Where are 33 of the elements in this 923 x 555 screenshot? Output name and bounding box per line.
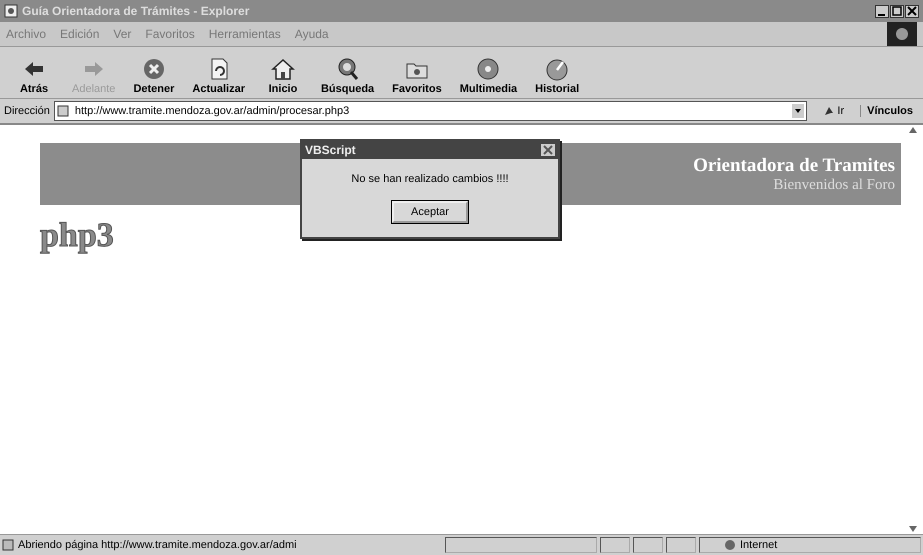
zone-label: Internet <box>740 539 778 551</box>
app-icon <box>4 4 18 18</box>
arrow-icon <box>823 105 836 117</box>
address-label: Dirección <box>4 105 50 117</box>
status-text: Abriendo página http://www.tramite.mendoza.gov.ar/admi <box>18 539 297 551</box>
toolbar-button[interactable]: Historial <box>529 57 586 95</box>
links-label[interactable]: Vínculos <box>860 105 919 117</box>
window-title: Guía Orientadora de Trámites - Explorer <box>22 4 250 18</box>
address-input[interactable]: http://www.tramite.mendoza.gov.ar/admin/procesar.php3 <box>72 104 788 118</box>
banner-title: Orientadora de Tramites <box>693 154 895 176</box>
page-icon <box>2 539 14 551</box>
page-icon <box>56 105 69 117</box>
status-panel <box>666 537 696 553</box>
toolbar-button[interactable]: Actualizar <box>186 57 251 95</box>
toolbar-button[interactable]: Atrás <box>8 57 60 95</box>
status-panel <box>633 537 663 553</box>
maximize-icon[interactable] <box>890 4 904 18</box>
minimize-icon[interactable] <box>875 4 889 18</box>
address-bar[interactable]: http://www.tramite.mendoza.gov.ar/admin/procesar.php3 <box>54 101 808 121</box>
toolbar-button[interactable]: Favoritos <box>386 57 448 95</box>
dialog-message: No se han realizado cambios !!!! <box>351 173 509 185</box>
banner-subtitle: Bienvenidos al Foro <box>773 176 895 194</box>
toolbar-button[interactable]: Multimedia <box>454 57 524 95</box>
toolbar-button[interactable]: Búsqueda <box>314 57 380 95</box>
home-icon <box>270 57 296 81</box>
close-icon[interactable] <box>905 4 919 18</box>
toolbar-button[interactable]: Inicio <box>256 57 309 95</box>
go-button[interactable]: Ir <box>817 104 850 118</box>
ok-button[interactable]: Aceptar <box>392 201 468 223</box>
toolbar-button[interactable]: Detener <box>127 57 180 95</box>
logo-text: php3 <box>40 217 114 255</box>
status-panel <box>600 537 630 553</box>
dialog-title: VBScript <box>305 143 356 157</box>
